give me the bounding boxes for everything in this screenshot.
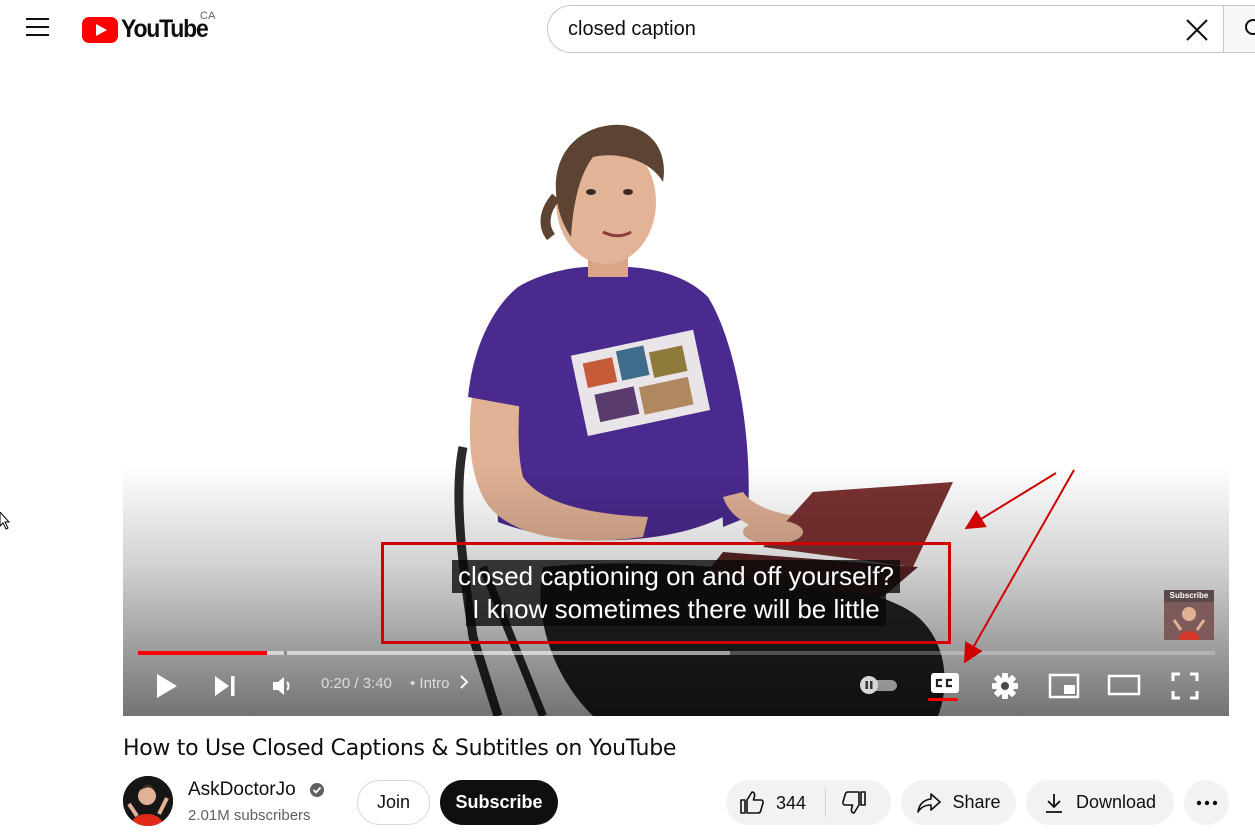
- next-icon[interactable]: [213, 674, 237, 698]
- subscribe-button[interactable]: Subscribe: [440, 780, 558, 825]
- endscreen-subscribe-thumbnail[interactable]: Subscribe: [1164, 590, 1214, 640]
- join-label: Join: [376, 792, 411, 812]
- fullscreen-icon[interactable]: [1171, 672, 1199, 700]
- more-icon: [1196, 800, 1217, 805]
- cc-button[interactable]: [927, 672, 963, 704]
- video-player[interactable]: closed captioning on and off yourself? I…: [123, 97, 1229, 716]
- caption-line-1: closed captioning on and off yourself?: [451, 560, 901, 593]
- like-button[interactable]: 344: [726, 780, 825, 825]
- channel-avatar[interactable]: [123, 776, 173, 826]
- subscribe-label: Subscribe: [455, 792, 543, 812]
- search-icon: [1245, 19, 1255, 35]
- like-count: 344: [776, 793, 807, 813]
- autoplay-toggle-icon[interactable]: [857, 675, 899, 695]
- endscreen-avatar-image: [1164, 602, 1214, 640]
- caption-window: closed captioning on and off yourself? I…: [123, 560, 1229, 626]
- share-icon: [917, 792, 942, 813]
- play-icon[interactable]: [155, 672, 179, 700]
- chevron-right-icon: [459, 675, 469, 689]
- chapter-title-button[interactable]: • Intro: [410, 675, 469, 692]
- verified-icon: [310, 783, 324, 797]
- cc-active-underline: [928, 698, 958, 701]
- chapter-bullet: •: [410, 675, 420, 692]
- join-button[interactable]: Join: [357, 780, 430, 825]
- search-input[interactable]: [568, 16, 1168, 42]
- subscriber-count: 2.01M subscribers: [188, 807, 311, 824]
- search-box[interactable]: [547, 5, 1223, 53]
- share-button[interactable]: Share: [901, 780, 1016, 825]
- like-dislike-group: 344: [726, 780, 891, 825]
- mouse-cursor-icon: [0, 512, 10, 530]
- gear-icon[interactable]: [991, 672, 1019, 700]
- progress-bar[interactable]: [138, 651, 1215, 655]
- region-code: CA: [200, 10, 216, 22]
- time-display: 0:20 / 3:40: [321, 675, 392, 692]
- caption-line-2: I know sometimes there will be little: [466, 593, 886, 626]
- theater-icon[interactable]: [1107, 674, 1141, 696]
- youtube-logo-icon: [82, 16, 118, 43]
- dislike-button[interactable]: [826, 780, 891, 825]
- volume-icon[interactable]: [271, 674, 295, 698]
- share-label: Share: [952, 792, 1001, 812]
- channel-avatar-image: [123, 776, 173, 826]
- cc-icon: [931, 673, 959, 693]
- download-button[interactable]: Download: [1026, 780, 1174, 825]
- video-title: How to Use Closed Captions & Subtitles o…: [123, 736, 677, 761]
- thumbs-down-icon: [842, 791, 866, 814]
- clear-icon[interactable]: [1184, 17, 1210, 43]
- download-icon: [1045, 793, 1062, 813]
- chapter-title: Intro: [419, 675, 450, 692]
- miniplayer-icon[interactable]: [1048, 673, 1080, 699]
- player-controls: 0:20 / 3:40 • Intro: [123, 662, 1229, 712]
- thumbs-up-icon: [740, 791, 764, 814]
- logo-text: YouTube: [121, 15, 209, 43]
- youtube-logo[interactable]: YouTube: [82, 15, 215, 43]
- chapter-gap: [284, 651, 287, 655]
- more-actions-button[interactable]: [1184, 780, 1229, 825]
- download-label: Download: [1075, 792, 1157, 812]
- progress-played: [138, 651, 268, 655]
- channel-name[interactable]: AskDoctorJo: [188, 779, 296, 801]
- search-button[interactable]: [1223, 5, 1255, 53]
- menu-icon[interactable]: [26, 18, 49, 38]
